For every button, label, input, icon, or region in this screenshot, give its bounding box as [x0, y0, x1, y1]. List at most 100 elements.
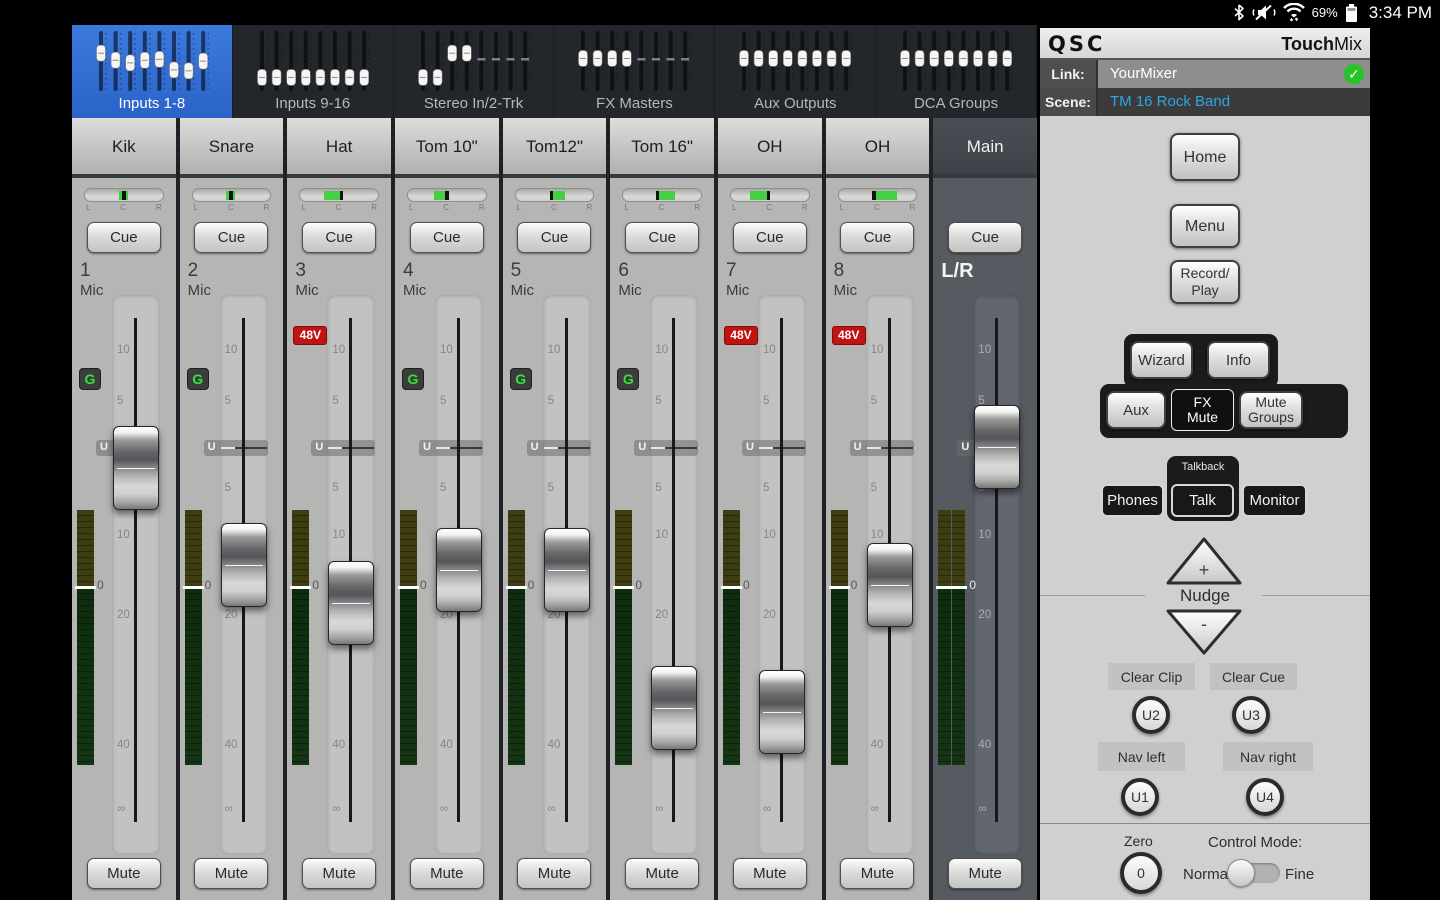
user-button-u4[interactable]: U4: [1246, 778, 1284, 816]
wizard-button[interactable]: Wizard: [1130, 341, 1193, 379]
tab-aux-outputs[interactable]: Aux Outputs: [715, 25, 876, 118]
pan-control[interactable]: LCR: [838, 188, 918, 214]
channel-name-header[interactable]: OH: [718, 118, 822, 178]
group-assign-badge: G: [187, 368, 209, 390]
zero-button[interactable]: 0: [1120, 852, 1162, 894]
fader-knob[interactable]: [974, 405, 1020, 489]
toggle-knob[interactable]: [1227, 859, 1255, 887]
pan-control[interactable]: LCR: [622, 188, 702, 214]
mute-button[interactable]: Mute: [517, 858, 591, 889]
fader-knob[interactable]: [651, 666, 697, 750]
channel-type-label: Mic: [834, 282, 857, 299]
link-value: YourMixer: [1110, 60, 1177, 88]
mini-faders-icon: [252, 29, 374, 93]
pan-control[interactable]: LCR: [407, 188, 487, 214]
cue-button[interactable]: Cue: [517, 222, 591, 253]
fader-knob[interactable]: [436, 528, 482, 612]
meter-zero-tick: [290, 586, 311, 589]
user-button-u3[interactable]: U3: [1232, 696, 1270, 734]
tab-fx-masters[interactable]: FX Masters: [554, 25, 715, 118]
mute-groups-button[interactable]: Mute Groups: [1239, 391, 1303, 429]
channel-name-header[interactable]: Snare: [180, 118, 284, 178]
tab-inputs-1-8[interactable]: Inputs 1-8: [72, 25, 233, 118]
pan-track: [730, 188, 810, 202]
fader-knob[interactable]: [759, 670, 805, 754]
fader-knob[interactable]: [113, 426, 159, 510]
fader-knob[interactable]: [328, 561, 374, 645]
wifi-icon: [1283, 3, 1305, 22]
channel-strip-1: KikLCRCue1MicG1055102040∞U0Mute: [72, 118, 176, 900]
fader-knob[interactable]: [221, 523, 267, 607]
mute-button[interactable]: Mute: [302, 858, 376, 889]
cue-button[interactable]: Cue: [948, 222, 1022, 253]
info-button[interactable]: Info: [1207, 341, 1270, 379]
link-row: Link: YourMixer ✓: [1040, 60, 1370, 88]
pan-label-r: R: [479, 203, 485, 212]
cue-button[interactable]: Cue: [840, 222, 914, 253]
unity-label: U: [961, 441, 969, 453]
mute-button[interactable]: Mute: [194, 858, 268, 889]
tab-stereo-in-2-trk[interactable]: Stereo In/2-Trk: [394, 25, 555, 118]
unity-dash: [436, 447, 450, 449]
menu-button[interactable]: Menu: [1170, 204, 1240, 248]
pan-scale-labels: LCR: [732, 203, 808, 212]
channel-name-header[interactable]: Tom 16": [610, 118, 714, 178]
pan-position-notch: [340, 191, 343, 200]
pan-control[interactable]: LCR: [84, 188, 164, 214]
mute-button[interactable]: Mute: [840, 858, 914, 889]
channel-number: 5: [511, 260, 522, 282]
nav-right-label: Nav right: [1223, 742, 1313, 771]
pan-control[interactable]: LCR: [730, 188, 810, 214]
cue-button[interactable]: Cue: [625, 222, 699, 253]
mini-faders-icon: [895, 29, 1017, 93]
channel-type-label: Mic: [511, 282, 534, 299]
home-button[interactable]: Home: [1170, 133, 1240, 181]
mute-button[interactable]: Mute: [87, 858, 161, 889]
pan-position-notch: [767, 191, 770, 200]
channel-name-header[interactable]: Tom 10": [395, 118, 499, 178]
cue-button[interactable]: Cue: [87, 222, 161, 253]
mini-faders-icon: [573, 29, 695, 93]
cue-button[interactable]: Cue: [194, 222, 268, 253]
nudge-down-button[interactable]: -: [1165, 608, 1243, 656]
tab-dca-groups[interactable]: DCA Groups: [876, 25, 1037, 118]
fader-knob[interactable]: [544, 528, 590, 612]
unity-line: [881, 447, 913, 449]
channel-name-header[interactable]: OH: [826, 118, 930, 178]
user-button-u2[interactable]: U2: [1132, 696, 1170, 734]
channel-name-header[interactable]: Main: [933, 118, 1037, 178]
channel-name-header[interactable]: Tom12": [503, 118, 607, 178]
cue-button[interactable]: Cue: [410, 222, 484, 253]
pan-control[interactable]: LCR: [515, 188, 595, 214]
pan-control[interactable]: LCR: [192, 188, 272, 214]
mute-button[interactable]: Mute: [948, 858, 1022, 889]
cue-button[interactable]: Cue: [733, 222, 807, 253]
unity-gain-marker: U: [204, 440, 268, 456]
pan-control[interactable]: LCR: [299, 188, 379, 214]
channel-name-header[interactable]: Kik: [72, 118, 176, 178]
mute-button[interactable]: Mute: [410, 858, 484, 889]
talk-button[interactable]: Talk: [1171, 484, 1234, 517]
pan-track: [407, 188, 487, 202]
user-button-u1[interactable]: U1: [1121, 778, 1159, 816]
pan-label-l: L: [624, 203, 628, 212]
nudge-up-button[interactable]: +: [1165, 536, 1243, 586]
fx-mute-button[interactable]: FX Mute: [1171, 389, 1234, 431]
control-mode-toggle[interactable]: [1230, 863, 1280, 883]
fader-knob[interactable]: [867, 543, 913, 627]
unity-line: [235, 447, 267, 449]
scene-value[interactable]: TM 16 Rock Band: [1110, 88, 1230, 116]
mini-faders-icon: [413, 29, 535, 93]
aux-button[interactable]: Aux: [1106, 391, 1166, 429]
mute-button[interactable]: Mute: [625, 858, 699, 889]
cue-button[interactable]: Cue: [302, 222, 376, 253]
pan-label-r: R: [694, 203, 700, 212]
mute-button[interactable]: Mute: [733, 858, 807, 889]
bluetooth-icon: [1233, 4, 1245, 21]
monitor-button[interactable]: Monitor: [1242, 484, 1307, 517]
tab-inputs-9-16[interactable]: Inputs 9-16: [233, 25, 394, 118]
channel-name-header[interactable]: Hat: [287, 118, 391, 178]
record-play-button[interactable]: Record/ Play: [1170, 260, 1240, 304]
channel-strip-8: OHLCRCue8Mic48V1055102040∞U0Mute: [826, 118, 930, 900]
phones-button[interactable]: Phones: [1101, 484, 1164, 517]
